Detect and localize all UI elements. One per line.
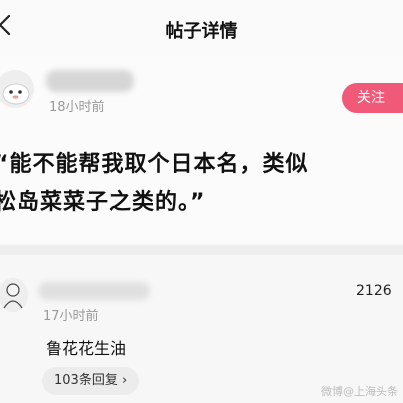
section-divider [0,245,403,255]
watermark: 微博@上海头条 [321,385,398,398]
author-name[interactable] [46,70,134,92]
comment-time: 17小时前 [43,309,99,324]
post-text: “能不能帮我取个日本名，类似 松岛菜菜子之类的。” [0,152,309,215]
like-count[interactable]: 2126 [356,283,392,299]
follow-button[interactable]: 关注 [342,83,403,113]
top-nav-bar: 帖子详情 [0,0,403,56]
commenter-name[interactable] [38,282,150,300]
comment-text: 鲁花花生油 [46,339,127,358]
view-replies-button[interactable]: 103条回复 › [42,367,140,395]
page-title: 帖子详情 [165,21,238,42]
post-time: 18小时前 [49,100,105,115]
